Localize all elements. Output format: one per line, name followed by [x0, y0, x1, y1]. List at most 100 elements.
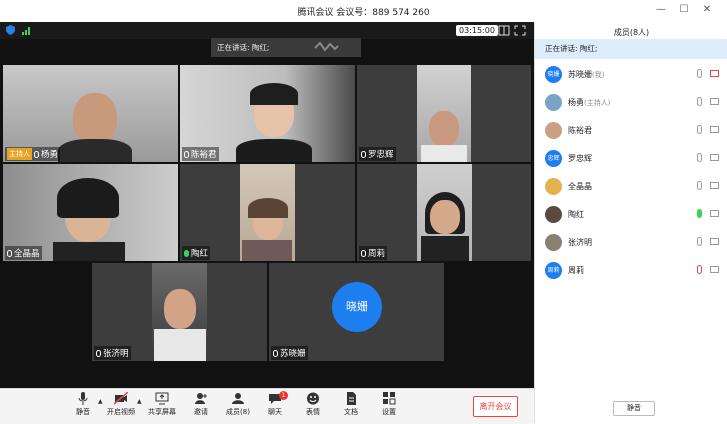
video-tile-quanjingjing[interactable]: 全晶晶 — [3, 164, 178, 261]
member-name-wrap: 杨勇(主持人) — [568, 97, 610, 108]
member-mic-icon[interactable] — [697, 153, 702, 162]
member-camera-icon[interactable] — [710, 98, 719, 105]
documents-button[interactable]: 文档 — [334, 392, 368, 417]
tile-label: 全晶晶 — [5, 246, 42, 260]
share-label: 共享屏幕 — [148, 408, 176, 416]
member-name-wrap: 全晶晶 — [568, 181, 592, 192]
participant-name: 陶红 — [191, 249, 209, 259]
person-hair — [250, 83, 298, 105]
person-body — [421, 236, 469, 261]
member-row[interactable]: 陶红 — [535, 200, 727, 228]
invite-user-icon — [195, 393, 207, 404]
mute-options-chevron-icon[interactable]: ▲ — [98, 398, 103, 405]
members-icon — [232, 393, 244, 404]
mic-active-icon — [184, 249, 189, 257]
maximize-button[interactable]: ☐ — [677, 4, 691, 15]
title-bar: 腾讯会议 会议号：889 574 260 — ☐ ✕ — [0, 0, 727, 23]
tile-label: 周莉 — [359, 246, 388, 260]
camera-off-icon — [114, 392, 128, 405]
settings-label: 设置 — [382, 408, 396, 416]
participant-name: 张济明 — [103, 349, 129, 359]
mute-label: 静音 — [76, 408, 90, 416]
member-role: (我) — [592, 71, 605, 79]
share-screen-button[interactable]: 共享屏幕 — [145, 392, 179, 417]
video-tile-luozhonghui[interactable]: 罗忠辉 — [357, 65, 531, 162]
video-tile-chenyujun[interactable]: 陈裕君 — [180, 65, 355, 162]
mic-icon — [184, 150, 189, 158]
video-area: 03:15:00 正在讲话: 陶红; 主持人 杨勇 陈裕君 罗忠辉 全晶晶 陶红… — [0, 22, 534, 423]
video-options-chevron-icon[interactable]: ▲ — [137, 398, 142, 405]
member-mic-active-icon[interactable] — [697, 209, 702, 218]
sidebar-speaking-indicator: 正在讲话: 陶红; — [535, 39, 727, 59]
shield-icon[interactable] — [6, 25, 15, 35]
member-name-wrap: 罗忠辉 — [568, 153, 592, 164]
member-mic-icon[interactable] — [697, 97, 702, 106]
meeting-toolbar: 静音 ▲ 开启视频 ▲ 共享屏幕 邀请 成员(8) 聊天 1 表情 文档 设置 … — [0, 388, 534, 424]
video-tile-yangyong[interactable]: 主持人 杨勇 — [3, 65, 178, 162]
video-top-bar: 03:15:00 — [0, 22, 534, 39]
speaking-indicator: 正在讲话: 陶红; — [211, 38, 361, 57]
settings-grid-icon — [383, 392, 396, 405]
invite-label: 邀请 — [194, 408, 208, 416]
member-mic-muted-icon[interactable] — [697, 265, 702, 274]
member-name: 杨勇 — [568, 98, 584, 107]
video-tile-zhouli[interactable]: 周莉 — [357, 164, 531, 261]
tile-label: 主持人 杨勇 — [5, 147, 61, 161]
member-name-wrap: 苏晓姗(我) — [568, 69, 604, 80]
member-name: 张济明 — [568, 238, 592, 247]
leave-meeting-button[interactable]: 离开会议 — [473, 396, 518, 417]
invite-button[interactable]: 邀请 — [184, 392, 218, 417]
chat-unread-badge: 1 — [279, 391, 288, 400]
member-name: 苏晓姗 — [568, 70, 592, 79]
member-camera-icon[interactable] — [710, 210, 719, 217]
settings-button[interactable]: 设置 — [372, 392, 406, 417]
member-row[interactable]: 周莉 周莉 — [535, 256, 727, 284]
member-avatar — [545, 178, 562, 195]
members-button[interactable]: 成员(8) — [221, 392, 255, 417]
member-camera-icon[interactable] — [710, 238, 719, 245]
member-row[interactable]: 晓姗 苏晓姗(我) — [535, 60, 727, 88]
member-row[interactable]: 杨勇(主持人) — [535, 88, 727, 116]
member-name: 全晶晶 — [568, 182, 592, 191]
mic-icon — [273, 349, 278, 357]
screen-share-icon — [155, 392, 169, 405]
mute-button[interactable]: 静音 — [66, 392, 100, 417]
member-row[interactable]: 忠辉 罗忠辉 — [535, 144, 727, 172]
member-row[interactable]: 全晶晶 — [535, 172, 727, 200]
member-camera-icon[interactable] — [710, 154, 719, 161]
member-camera-icon[interactable] — [710, 126, 719, 133]
mic-icon — [34, 150, 39, 158]
member-name-wrap: 周莉 — [568, 265, 584, 276]
video-tile-zhangjiming[interactable]: 张济明 — [92, 263, 267, 361]
member-mic-icon[interactable] — [697, 125, 702, 134]
meeting-timer: 03:15:00 — [456, 25, 498, 36]
signal-icon[interactable] — [22, 26, 32, 35]
participant-name: 罗忠辉 — [368, 150, 394, 160]
member-row[interactable]: 张济明 — [535, 228, 727, 256]
tile-label: 张济明 — [94, 346, 131, 360]
close-button[interactable]: ✕ — [700, 4, 714, 15]
members-panel-title: 成员(8人) — [613, 28, 650, 37]
window-title: 腾讯会议 会议号：889 574 260 — [297, 8, 430, 18]
person-face — [429, 111, 459, 147]
mute-all-button[interactable]: 静音 — [613, 401, 655, 416]
member-camera-off-icon[interactable] — [710, 70, 719, 77]
mic-icon — [96, 349, 101, 357]
member-row[interactable]: 陈裕君 — [535, 116, 727, 144]
emoji-icon — [307, 392, 319, 405]
layout-icon[interactable] — [498, 25, 510, 36]
member-name: 陶红 — [568, 210, 584, 219]
member-mic-icon[interactable] — [697, 237, 702, 246]
video-button[interactable]: 开启视频 — [104, 392, 138, 417]
member-mic-icon[interactable] — [697, 69, 702, 78]
fullscreen-icon[interactable] — [514, 25, 526, 36]
person-face-front — [430, 200, 460, 234]
minimize-button[interactable]: — — [654, 4, 668, 15]
member-avatar — [545, 94, 562, 111]
emoji-button[interactable]: 表情 — [296, 392, 330, 417]
member-mic-icon[interactable] — [697, 181, 702, 190]
speaking-text: 正在讲话: 陶红; — [217, 43, 270, 52]
video-tile-taohong[interactable]: 陶红 — [180, 164, 355, 261]
member-camera-icon[interactable] — [710, 266, 719, 273]
member-camera-icon[interactable] — [710, 182, 719, 189]
